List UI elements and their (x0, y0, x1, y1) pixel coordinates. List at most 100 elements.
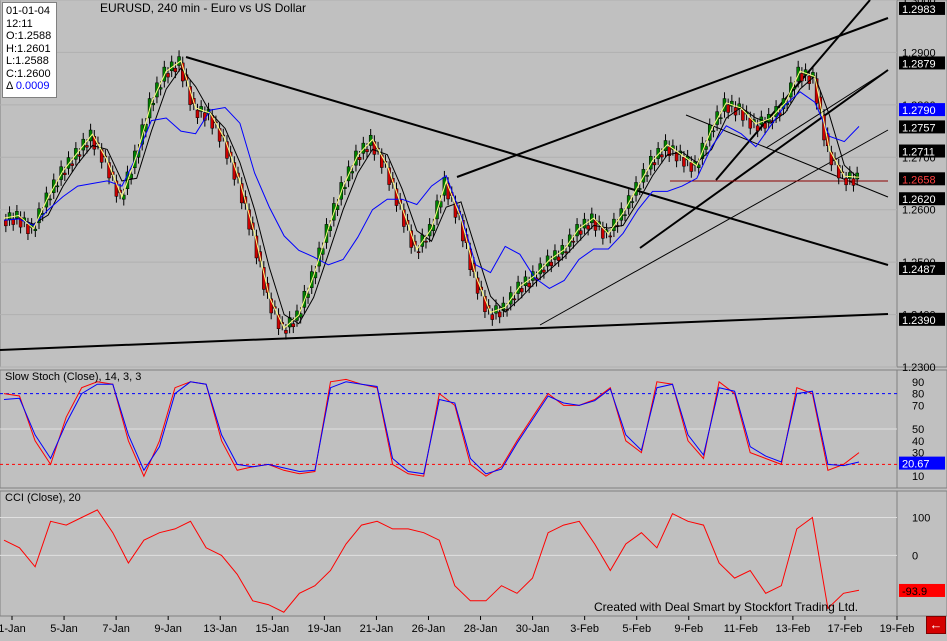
delta-symbol: Δ (6, 80, 13, 92)
stoch-value-label: 20.67 (902, 459, 930, 471)
candle-body (645, 175, 649, 177)
x-tick-label: 28-Jan (464, 623, 498, 635)
x-tick-label: 5-Feb (622, 623, 651, 635)
candle-body (579, 230, 583, 235)
info-low: L:1.2588 (6, 55, 49, 67)
candle-body (766, 114, 771, 123)
channel-label: 1.2879 (902, 58, 936, 70)
candle-body (696, 164, 701, 169)
x-tick-label: 15-Jan (255, 623, 289, 635)
candle-body (494, 305, 498, 314)
x-tick-label: 5-Jan (50, 623, 78, 635)
x-tick-label: 3-Feb (570, 623, 599, 635)
x-tick-label: 13-Feb (775, 623, 810, 635)
candle-body (792, 87, 797, 90)
candle-body (424, 240, 428, 243)
chart-canvas: 1.30001.29001.28001.27001.26001.25001.24… (0, 0, 947, 635)
candle-body (637, 188, 642, 190)
x-tick-label: 30-Jan (516, 623, 550, 635)
candle-body (497, 311, 502, 318)
channel-label: 1.2620 (902, 194, 936, 206)
candle-body (571, 240, 576, 243)
panel-1 (0, 0, 947, 368)
ohlc-info-box: 01-01-04 12:11 O:1.2588 H:1.2601 L:1.258… (2, 2, 57, 98)
channel-label: 1.2757 (902, 122, 936, 134)
candle-body (4, 219, 8, 227)
left-arrow-icon[interactable]: ← (926, 616, 946, 634)
channel-label: 1.2711 (902, 147, 935, 159)
candle-body (85, 145, 89, 148)
cci-value-label: -93.9 (902, 586, 927, 598)
candle-body (660, 154, 664, 158)
chart-title: EURUSD, 240 min - Euro vs US Dollar (100, 1, 306, 15)
candle-body (755, 125, 760, 132)
stoch-title: Slow Stoch (Close), 14, 3, 3 (5, 371, 141, 383)
candle-body (365, 149, 369, 153)
info-date: 01-01-04 (6, 5, 51, 17)
candle-body (166, 73, 170, 78)
candle-body (542, 269, 546, 273)
candle-body (564, 251, 568, 253)
candle-body (15, 211, 19, 219)
info-close: C:1.2600 (6, 67, 51, 80)
candle-body (55, 185, 60, 188)
candle-body (623, 214, 627, 216)
stoch-tick-label: 40 (912, 436, 924, 448)
candle-body (512, 298, 517, 301)
candle-body (608, 235, 612, 238)
candle-body (556, 256, 561, 261)
stoch-tick-label: 90 (912, 377, 924, 389)
candle-body (7, 212, 12, 220)
resistance-line-label: 1.2983 (902, 4, 936, 16)
x-tick-label: 17-Feb (828, 623, 863, 635)
info-open: O:1.2588 (6, 30, 52, 42)
x-tick-label: 13-Jan (203, 623, 237, 635)
stoch-tick-label: 70 (912, 400, 924, 412)
credit-text: Created with Deal Smart by Stockfort Tra… (594, 600, 859, 614)
delta-value: 0.0009 (15, 80, 50, 92)
panel-3 (0, 490, 947, 617)
candle-body (719, 117, 723, 119)
candle-body (689, 162, 694, 172)
stoch-tick-label: 50 (912, 424, 924, 436)
info-time: 12:11 (6, 17, 33, 30)
candle-body (630, 201, 635, 203)
price-tick-label: 1.2300 (902, 362, 936, 374)
candle-body (851, 178, 856, 186)
x-tick-label: 1-Jan (0, 623, 26, 635)
candle-body (763, 122, 767, 129)
x-tick-label: 9-Jan (154, 623, 182, 635)
candle-body (291, 323, 296, 328)
info-high: H:1.2601 (6, 42, 51, 55)
candle-body (490, 314, 495, 320)
candle-body (350, 171, 355, 174)
candle-body (343, 186, 347, 189)
cci-title: CCI (Close), 20 (5, 492, 81, 504)
candle-body (416, 251, 421, 253)
x-tick-label: 19-Jan (308, 623, 342, 635)
candle-body (848, 172, 852, 179)
price-tick-label: 1.2600 (902, 205, 936, 217)
current-price-label: 1.2658 (902, 174, 936, 186)
cci-tick-label: 0 (912, 550, 918, 562)
stoch-tick-label: 10 (912, 471, 924, 483)
candle-body (726, 104, 730, 113)
candle-body (151, 103, 156, 106)
candle-body (77, 154, 82, 157)
candle-body (549, 261, 554, 267)
x-tick-label: 26-Jan (412, 623, 446, 635)
panels-layer (0, 0, 947, 617)
candle-body (195, 109, 200, 118)
candle-body (711, 130, 716, 133)
candle-body (63, 172, 67, 175)
candle-body (357, 157, 362, 160)
info-delta: Δ 0.0009 (6, 80, 53, 93)
candle-body (704, 146, 708, 150)
candle-body (173, 67, 178, 73)
candle-body (652, 162, 657, 166)
support-line-label: 1.2390 (902, 315, 936, 327)
stoch-tick-label: 80 (912, 389, 924, 401)
candle-body (48, 198, 52, 201)
candle-body (527, 282, 531, 288)
candle-body (800, 73, 804, 82)
